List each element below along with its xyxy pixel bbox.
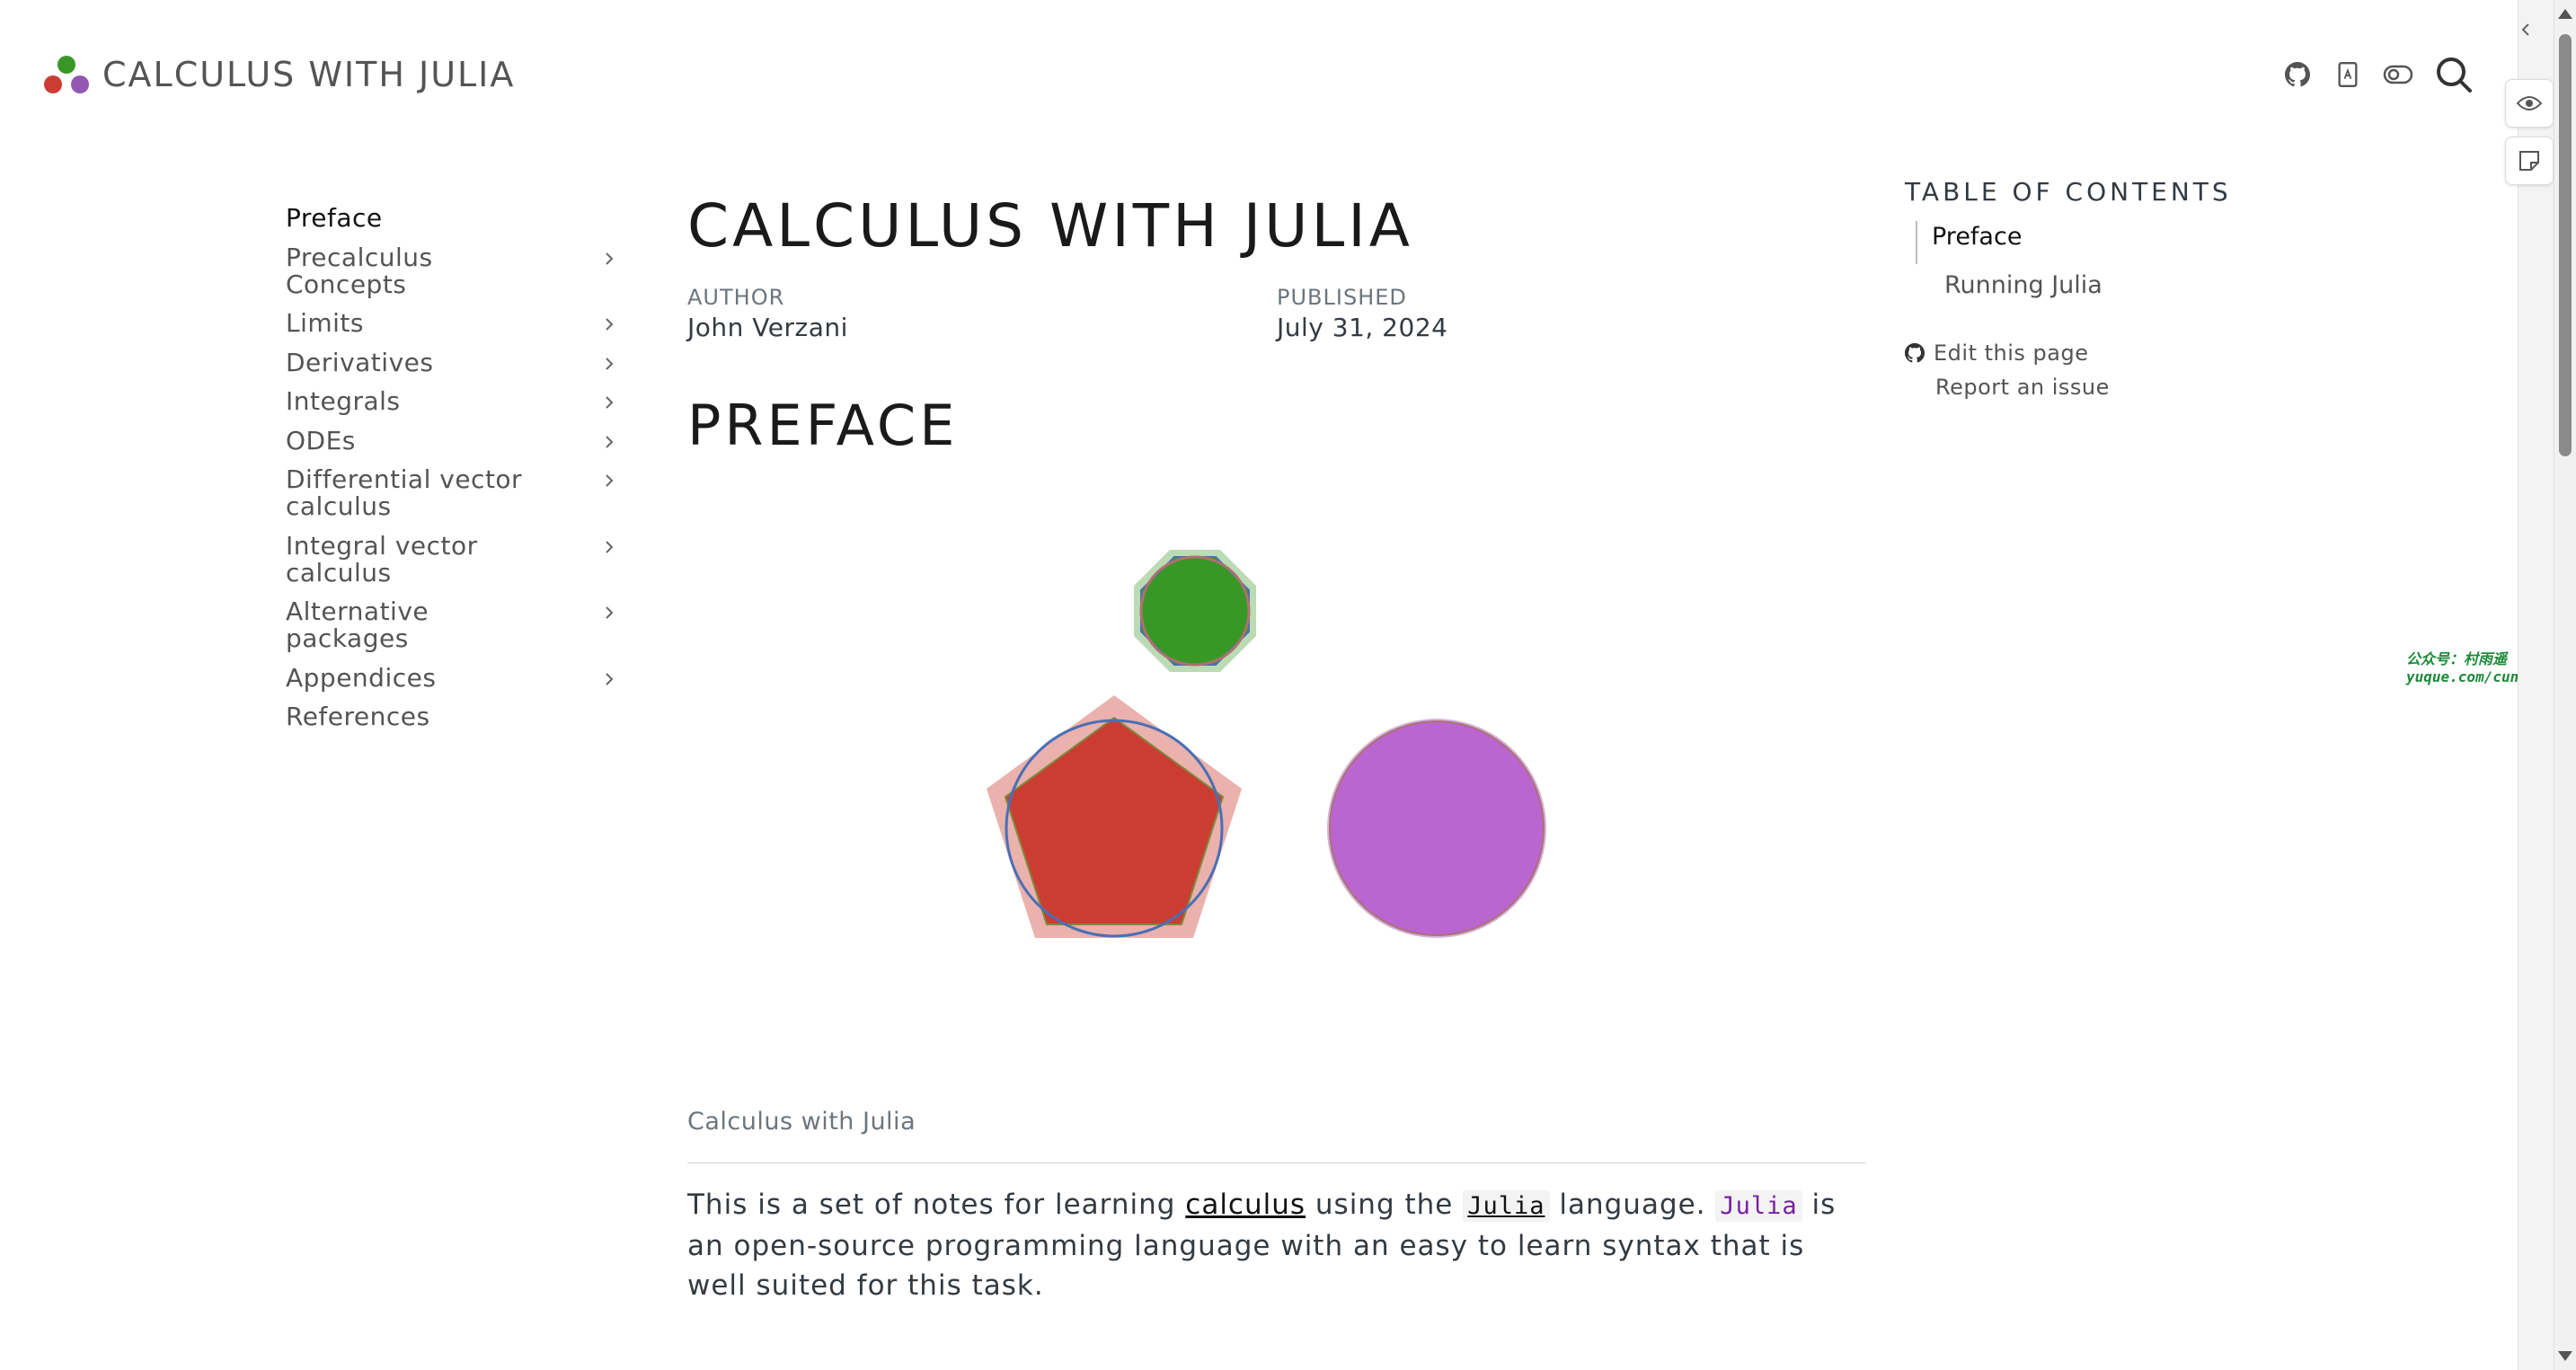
green-octagon <box>1134 550 1256 672</box>
sidebar-item-label: Integral vector calculus <box>286 530 478 588</box>
chevron-right-icon[interactable] <box>600 433 618 451</box>
browser-side-panel <box>2518 0 2554 1370</box>
sidebar-item-label: Limits <box>286 308 364 338</box>
pdf-icon[interactable] <box>2333 59 2363 90</box>
chevron-right-icon[interactable] <box>600 250 618 268</box>
github-icon[interactable] <box>2282 59 2313 90</box>
scroll-down-arrow-icon[interactable] <box>2558 1351 2572 1361</box>
intro-paragraph: This is a set of notes for learning calc… <box>687 1185 1866 1305</box>
sidebar-nav: Preface Precalculus Concepts Limits Deri… <box>286 205 618 743</box>
sidebar-item-label: Alternative packages <box>286 597 429 653</box>
toc-list: Preface <box>1916 221 2282 264</box>
report-issue-link[interactable]: Report an issue <box>1905 370 2282 404</box>
julia-link[interactable]: Julia <box>1463 1190 1550 1222</box>
site-brand-link[interactable]: CALCULUS WITH JULIA <box>43 52 515 97</box>
table-of-contents: TABLE OF CONTENTS Preface Running Julia … <box>1905 176 2282 404</box>
sidebar-item-differential-vector-calculus[interactable]: Differential vector calculus <box>286 466 618 520</box>
paragraph-text: This is a set of notes for learning <box>687 1189 1186 1221</box>
sidebar-item-alternative-packages[interactable]: Alternative packages <box>286 598 618 652</box>
published-heading: PUBLISHED <box>1277 285 1407 310</box>
main-content: CALCULUS WITH JULIA AUTHOR John Verzani … <box>687 189 1866 1333</box>
edit-page-link[interactable]: Edit this page <box>1905 336 2282 370</box>
sidebar-item-limits[interactable]: Limits <box>286 310 618 337</box>
site-title: CALCULUS WITH JULIA <box>102 55 516 94</box>
page-title: CALCULUS WITH JULIA <box>687 191 1413 261</box>
toc-actions: Edit this page Report an issue <box>1905 336 2282 404</box>
toc-item-preface[interactable]: Preface <box>1932 221 2282 253</box>
chevron-right-icon[interactable] <box>600 393 618 411</box>
page: CALCULUS WITH JULIA Preface Precalculus … <box>0 0 2576 1370</box>
published-date: July 31, 2024 <box>1277 313 1448 342</box>
toc-title: TABLE OF CONTENTS <box>1905 177 2232 207</box>
sidebar-item-integral-vector-calculus[interactable]: Integral vector calculus <box>286 530 618 588</box>
scroll-up-arrow-icon[interactable] <box>2558 9 2572 19</box>
sidebar-item-label: Differential vector calculus <box>286 464 523 521</box>
toggle-icon[interactable] <box>2383 59 2413 90</box>
sidebar-item-label: Derivatives <box>286 347 434 377</box>
header-toolbar <box>2282 54 2474 95</box>
published-block: PUBLISHED July 31, 2024 <box>1277 284 1866 345</box>
julia-logo <box>44 56 89 93</box>
edit-page-label: Edit this page <box>1934 340 2089 366</box>
sidebar-item-label: Precalculus Concepts <box>286 242 433 299</box>
author-heading: AUTHOR <box>687 285 785 310</box>
sidebar-item-references[interactable]: References <box>286 703 618 730</box>
sidebar-item-label: Appendices <box>286 662 437 693</box>
polygon-circles-image <box>987 550 1546 938</box>
chevron-left-icon[interactable] <box>2512 16 2539 43</box>
sidebar-item-integrals[interactable]: Integrals <box>286 388 618 415</box>
chevron-right-icon[interactable] <box>600 472 618 490</box>
chevron-right-icon[interactable] <box>600 670 618 688</box>
calculus-link[interactable]: calculus <box>1185 1189 1306 1221</box>
red-pentagon <box>987 695 1242 938</box>
eye-icon[interactable] <box>2505 79 2554 128</box>
search-icon[interactable] <box>2433 54 2474 95</box>
vertical-scrollbar[interactable] <box>2554 0 2576 1370</box>
author-block: AUTHOR John Verzani <box>687 284 1277 345</box>
sidebar-item-label: ODEs <box>286 425 356 455</box>
chevron-right-icon[interactable] <box>600 538 618 556</box>
scrollbar-thumb[interactable] <box>2559 34 2572 456</box>
sidebar-item-precalculus[interactable]: Precalculus Concepts <box>286 242 618 299</box>
figure-caption: Calculus with Julia <box>687 1107 1866 1163</box>
chevron-right-icon[interactable] <box>600 315 618 333</box>
paragraph-text: language. <box>1549 1189 1716 1221</box>
sidebar-item-appendices[interactable]: Appendices <box>286 662 618 693</box>
sidebar-item-label: References <box>286 702 430 731</box>
chevron-right-icon[interactable] <box>600 604 618 622</box>
sidebar-item-derivatives[interactable]: Derivatives <box>286 349 618 376</box>
note-icon[interactable] <box>2505 137 2554 185</box>
document-meta: AUTHOR John Verzani PUBLISHED July 31, 2… <box>687 284 1866 345</box>
chevron-right-icon[interactable] <box>600 355 618 373</box>
purple-circle <box>1327 719 1546 938</box>
sidebar-item-odes[interactable]: ODEs <box>286 425 618 455</box>
calculus-logo-figure <box>687 460 1866 1107</box>
sidebar-item-label: Integrals <box>286 386 401 416</box>
julia-code: Julia <box>1715 1190 1802 1222</box>
sidebar-item-preface[interactable]: Preface <box>286 205 618 232</box>
section-title: PREFACE <box>687 393 959 458</box>
toc-item-running-julia[interactable]: Running Julia <box>1944 270 2282 302</box>
paragraph-text: using the <box>1306 1189 1464 1221</box>
sidebar-item-label: Preface <box>286 203 383 233</box>
author-name: John Verzani <box>687 313 848 342</box>
github-icon <box>1905 343 1925 363</box>
